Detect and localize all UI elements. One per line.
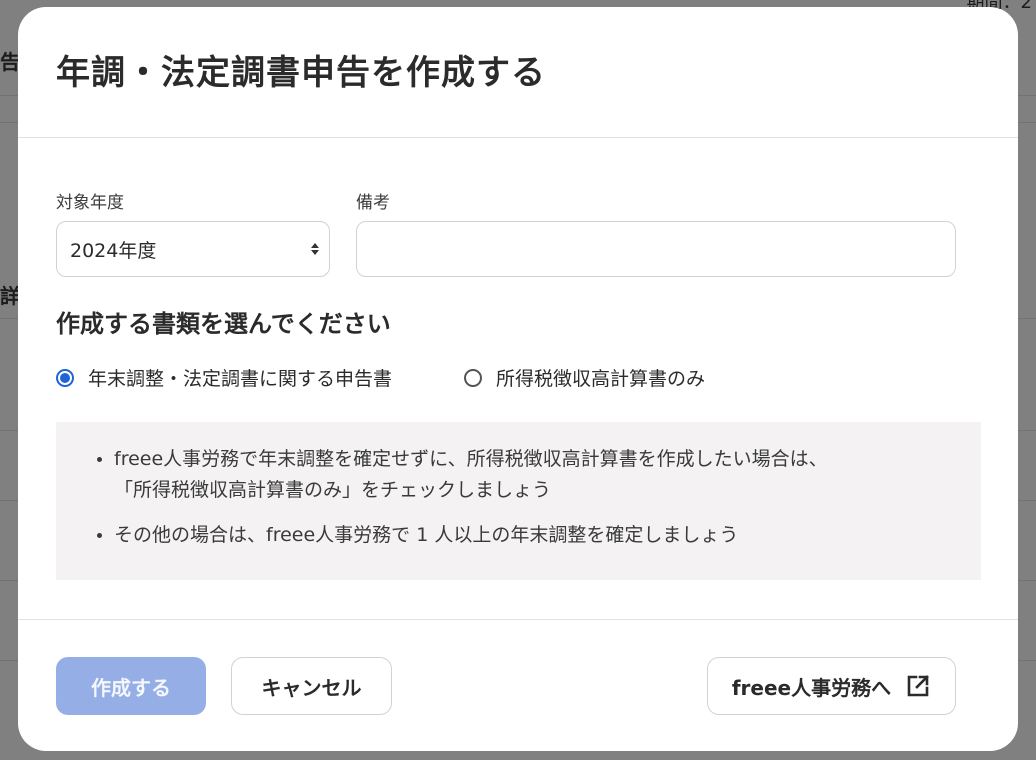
open-freee-hr-button[interactable]: freee人事労務へ [707, 657, 956, 715]
select-arrows-icon [311, 243, 319, 255]
dialog-header: 年調・法定調書申告を作成する [18, 7, 1018, 138]
create-report-dialog: 年調・法定調書申告を作成する 対象年度 2024年度 備考 作成する書類を選んで… [18, 7, 1018, 751]
notes-input[interactable] [356, 221, 956, 277]
radio-label: 年末調整・法定調書に関する申告書 [88, 368, 393, 390]
info-list-item: freee人事労務で年末調整を確定せずに、所得税徴収高計算書を作成したい場合は、… [114, 444, 961, 506]
document-type-heading: 作成する書類を選んでください [56, 310, 391, 338]
info-text: 「所得税徴収高計算書のみ」をチェックしましょう [114, 479, 552, 501]
notes-field-label: 備考 [356, 193, 390, 213]
radio-unchecked-icon[interactable] [464, 368, 482, 387]
cancel-button[interactable]: キャンセル [231, 657, 392, 715]
dialog-footer: 作成する キャンセル freee人事労務へ [18, 619, 1018, 751]
year-select[interactable]: 2024年度 [56, 221, 330, 277]
year-field-label: 対象年度 [56, 193, 124, 213]
dialog-body: 対象年度 2024年度 備考 作成する書類を選んでください 年末調整・法定調書に… [18, 138, 1018, 618]
external-link-icon [905, 673, 931, 699]
info-list: freee人事労務で年末調整を確定せずに、所得税徴収高計算書を作成したい場合は、… [92, 444, 961, 551]
radio-option-annual-adjustment[interactable]: 年末調整・法定調書に関する申告書 [56, 364, 392, 391]
info-box: freee人事労務で年末調整を確定せずに、所得税徴収高計算書を作成したい場合は、… [56, 422, 981, 580]
info-text: freee人事労務で年末調整を確定せずに、所得税徴収高計算書を作成したい場合は、 [114, 448, 828, 470]
dialog-title: 年調・法定調書申告を作成する [56, 53, 546, 93]
info-text: その他の場合は、freee人事労務で 1 人以上の年末調整を確定しましょう [114, 524, 739, 546]
open-freee-hr-label: freee人事労務へ [731, 675, 892, 700]
year-select-value: 2024年度 [70, 239, 157, 262]
create-button[interactable]: 作成する [56, 657, 206, 715]
radio-checked-icon[interactable] [56, 368, 74, 387]
info-list-item: その他の場合は、freee人事労務で 1 人以上の年末調整を確定しましょう [114, 520, 961, 551]
radio-label: 所得税徴収高計算書のみ [496, 368, 706, 390]
radio-option-withholding-only[interactable]: 所得税徴収高計算書のみ [464, 364, 705, 391]
